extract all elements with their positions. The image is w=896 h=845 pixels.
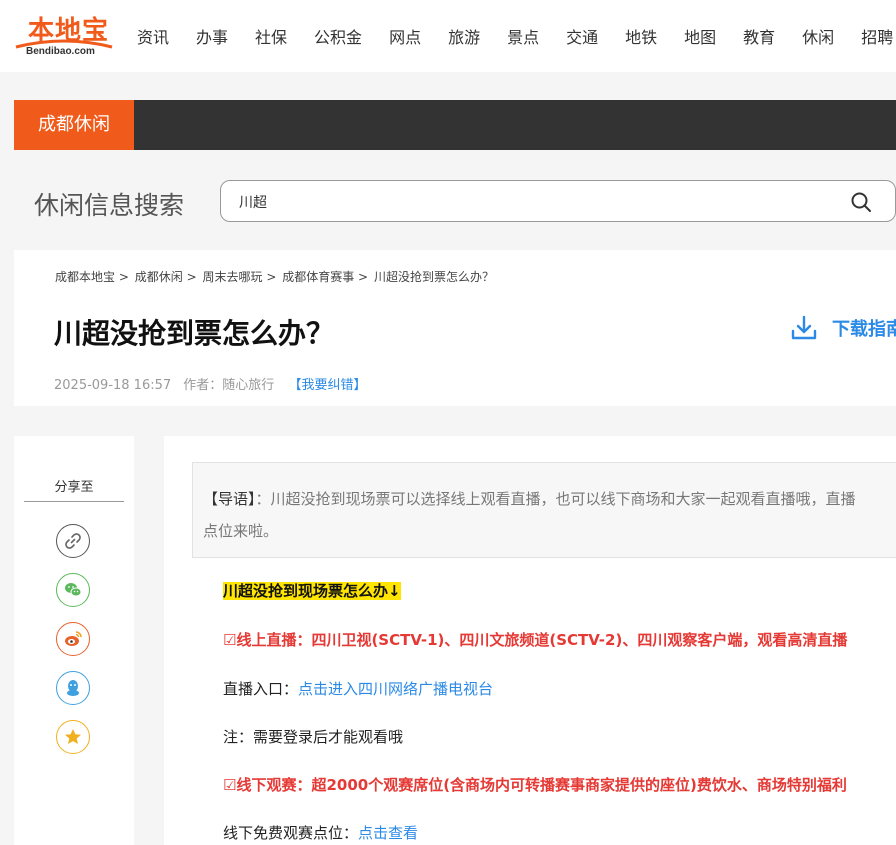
top-navbar: 本地宝 Bendibao.com 资讯 办事 社保 公积金 网点 旅游 景点 交… — [0, 0, 896, 72]
search-box — [220, 180, 896, 222]
login-note: 注：需要登录后才能观看哦 — [223, 726, 403, 747]
article-lead: 【导语】：川超没抢到现场票可以选择线上观看直播，也可以线下商场和大家一起观看直播… — [192, 462, 896, 558]
share-link-button[interactable] — [56, 524, 90, 558]
nav-item-housing-fund[interactable]: 公积金 — [314, 24, 362, 48]
lead-text-line-2: 点位来啦。 — [203, 522, 279, 540]
nav-item-map[interactable]: 地图 — [684, 24, 716, 48]
search-title: 休闲信息搜索 — [34, 191, 185, 220]
breadcrumb-separator: > — [186, 270, 197, 284]
login-note-text: 注：需要登录后才能观看哦 — [223, 728, 404, 746]
download-label: 下载指南 — [832, 319, 896, 340]
nav-item-jobs[interactable]: 招聘 — [861, 24, 893, 48]
search-input[interactable] — [239, 191, 839, 213]
nav-item-metro[interactable]: 地铁 — [625, 24, 657, 48]
article-header: 成都本地宝 > 成都休闲 > 周末去哪玩 > 成都体育赛事 > 川超没抢到票怎么… — [14, 250, 896, 406]
offline-points-link[interactable]: 点击查看 — [358, 824, 418, 842]
download-icon — [791, 315, 817, 340]
nav-item-scenic[interactable]: 景点 — [507, 24, 539, 48]
channel-bar: 成都休闲 — [14, 100, 896, 150]
offline-points-label: 线下免费观赛点位： — [223, 824, 359, 842]
online-broadcast-title: ☑线上直播：四川卫视(SCTV-1)、四川文旅频道(SCTV-2)、四川观察客户… — [223, 629, 847, 650]
offline-viewing-text: ☑线下观赛：超2000个观赛席位(含商场内可转播赛事商家提供的座位)费饮水、商场… — [223, 776, 847, 794]
link-icon — [65, 533, 81, 549]
offline-viewing-title: ☑线下观赛：超2000个观赛席位(含商场内可转播赛事商家提供的座位)费饮水、商场… — [223, 774, 847, 795]
share-qzone-button[interactable] — [56, 720, 90, 754]
live-entry-link[interactable]: 点击进入四川网络广播电视台 — [298, 680, 493, 698]
lead-text-line-1: ：川超没抢到现场票可以选择线上观看直播，也可以线下商场和大家一起观看直播哦，直播 — [255, 490, 856, 508]
online-broadcast-text: ☑线上直播：四川卫视(SCTV-1)、四川文旅频道(SCTV-2)、四川观察客户… — [223, 631, 848, 649]
search-icon[interactable] — [849, 190, 873, 214]
nav-item-transport[interactable]: 交通 — [566, 24, 598, 48]
article-title: 川超没抢到票怎么办？ — [54, 317, 335, 350]
article-content: 【导语】：川超没抢到现场票可以选择线上观看直播，也可以线下商场和大家一起观看直播… — [164, 436, 896, 845]
nav-item-social-security[interactable]: 社保 — [255, 24, 287, 48]
breadcrumb-current: 川超没抢到票怎么办？ — [373, 270, 494, 284]
highlighted-heading: 川超没抢到现场票怎么办↓ — [223, 582, 401, 600]
breadcrumb-sports[interactable]: 成都体育赛事 — [282, 270, 354, 284]
breadcrumb-separator: > — [358, 270, 369, 284]
breadcrumb-separator: > — [118, 270, 129, 284]
breadcrumb-leisure[interactable]: 成都休闲 — [135, 270, 183, 284]
weibo-icon — [65, 631, 82, 646]
offline-points-row: 线下免费观赛点位：点击查看 — [223, 822, 418, 843]
breadcrumb: 成都本地宝 > 成都休闲 > 周末去哪玩 > 成都体育赛事 > 川超没抢到票怎么… — [55, 268, 496, 285]
site-logo[interactable]: 本地宝 Bendibao.com — [14, 8, 114, 60]
live-entry-label: 直播入口： — [223, 680, 299, 698]
section-heading: 川超没抢到现场票怎么办↓ — [223, 580, 401, 601]
share-qq-button[interactable] — [56, 671, 90, 705]
share-sidebar: 分享至 — [14, 436, 134, 845]
share-wechat-button[interactable] — [56, 573, 90, 607]
lead-label: 【导语】 — [203, 490, 256, 508]
article-author: 作者：随心旅行 — [183, 378, 275, 393]
breadcrumb-separator: > — [266, 270, 277, 284]
nav-item-education[interactable]: 教育 — [743, 24, 775, 48]
report-error-link[interactable]: 【我要纠错】 — [288, 378, 366, 393]
download-guide-button[interactable]: 下载指南 — [790, 314, 896, 342]
logo-subtext: Bendibao.com — [26, 46, 95, 57]
qzone-icon — [65, 729, 81, 744]
live-entry-row: 直播入口：点击进入四川网络广播电视台 — [223, 678, 493, 699]
breadcrumb-home[interactable]: 成都本地宝 — [55, 270, 115, 284]
channel-tab-leisure[interactable]: 成都休闲 — [14, 100, 134, 150]
share-title: 分享至 — [24, 476, 124, 502]
breadcrumb-weekend[interactable]: 周末去哪玩 — [202, 270, 262, 284]
share-weibo-button[interactable] — [56, 622, 90, 656]
nav-item-outlets[interactable]: 网点 — [389, 24, 421, 48]
main-nav: 资讯 办事 社保 公积金 网点 旅游 景点 交通 地铁 地图 教育 休闲 招聘 — [137, 24, 896, 48]
article-date: 2025-09-18 16:57 — [54, 378, 172, 393]
article-meta: 2025-09-18 16:57 作者：随心旅行 【我要纠错】 — [54, 374, 366, 393]
nav-item-leisure[interactable]: 休闲 — [802, 24, 834, 48]
nav-item-news[interactable]: 资讯 — [137, 24, 169, 48]
wechat-icon — [65, 583, 82, 597]
nav-item-travel[interactable]: 旅游 — [448, 24, 480, 48]
nav-item-affairs[interactable]: 办事 — [196, 24, 228, 48]
qq-icon — [67, 680, 79, 696]
